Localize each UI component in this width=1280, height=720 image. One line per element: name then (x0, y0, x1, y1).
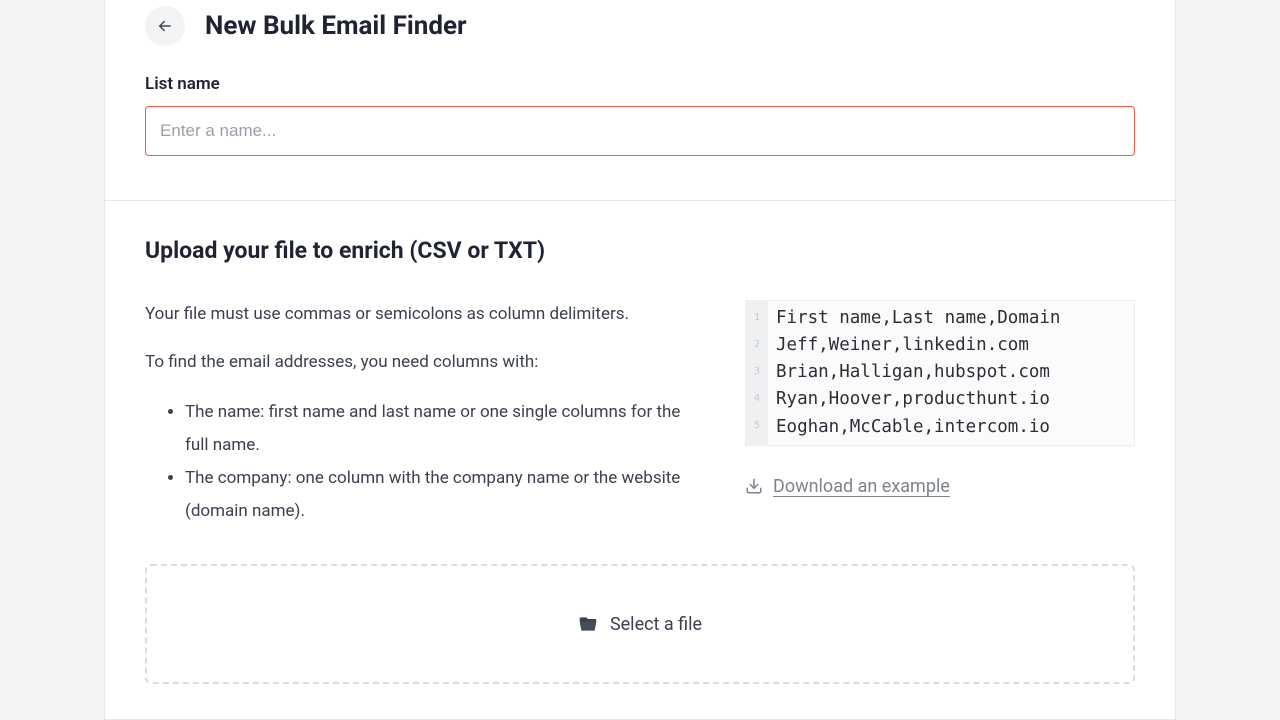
folder-open-icon (578, 614, 598, 634)
csv-row: Jeff,Weiner,linkedin.com (776, 332, 1060, 359)
line-gutter: 12345 (746, 301, 768, 445)
csv-row: Brian,Halligan,hubspot.com (776, 359, 1060, 386)
list-name-input[interactable] (145, 106, 1135, 156)
download-example-label: Download an example (773, 476, 950, 497)
list-name-block: List name (105, 46, 1175, 200)
upload-title: Upload your file to enrich (CSV or TXT) (145, 237, 1135, 264)
upload-description: Your file must use commas or semicolons … (145, 300, 697, 528)
example-column: 12345 First name,Last name,Domain Jeff,W… (745, 300, 1135, 499)
csv-row: First name,Last name,Domain (776, 305, 1060, 332)
upload-columns: Your file must use commas or semicolons … (145, 300, 1135, 528)
download-icon (745, 477, 763, 495)
upload-p2: To find the email addresses, you need co… (145, 348, 697, 378)
select-file-label: Select a file (610, 614, 702, 635)
page-card: New Bulk Email Finder List name Upload y… (104, 0, 1176, 720)
list-item: The name: first name and last name or on… (185, 396, 697, 462)
list-item: The company: one column with the company… (185, 462, 697, 528)
csv-row: Ryan,Hoover,producthunt.io (776, 386, 1060, 413)
csv-lines: First name,Last name,Domain Jeff,Weiner,… (768, 301, 1068, 445)
upload-p1: Your file must use commas or semicolons … (145, 300, 697, 330)
csv-example: 12345 First name,Last name,Domain Jeff,W… (745, 300, 1135, 446)
upload-bullets: The name: first name and last name or on… (145, 396, 697, 529)
page-title: New Bulk Email Finder (205, 11, 467, 41)
upload-section: Upload your file to enrich (CSV or TXT) … (105, 201, 1175, 528)
list-name-label: List name (145, 74, 1135, 94)
arrow-left-icon (156, 17, 174, 35)
file-dropzone[interactable]: Select a file (145, 564, 1135, 684)
csv-row: Eoghan,McCable,intercom.io (776, 414, 1060, 441)
header: New Bulk Email Finder (105, 0, 1175, 46)
download-example-link[interactable]: Download an example (745, 476, 950, 497)
back-button[interactable] (145, 6, 185, 46)
